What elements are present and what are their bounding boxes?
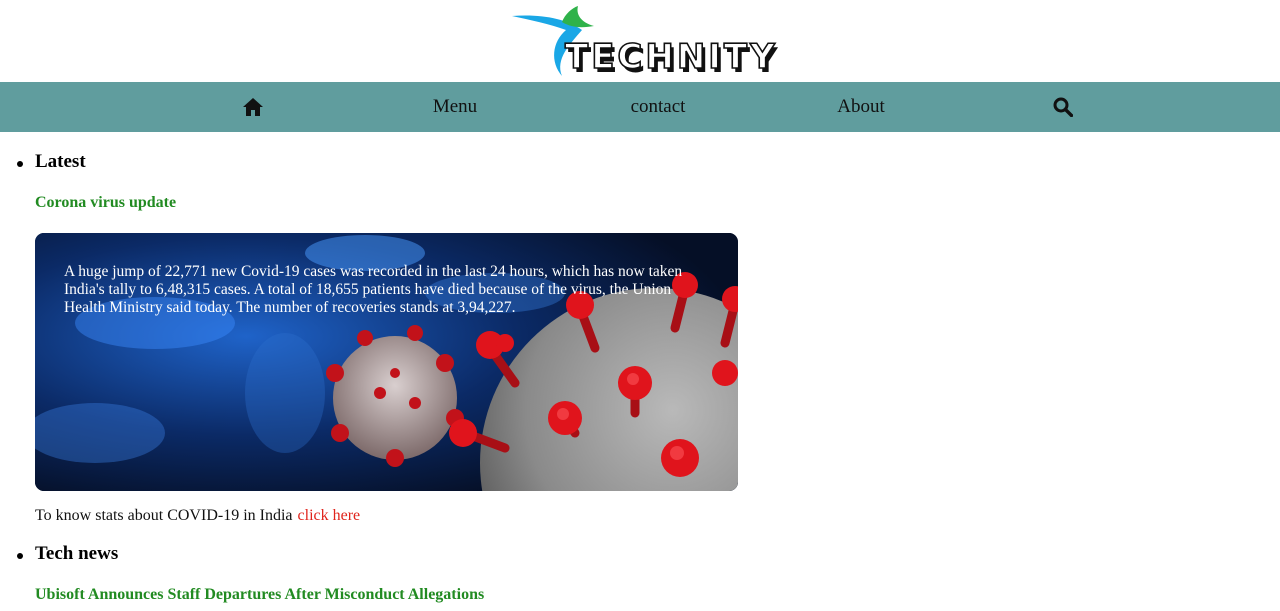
card-description: A huge jump of 22,771 new Covid-19 cases… xyxy=(64,263,683,316)
logo-text: TECHNITY xyxy=(565,37,778,77)
list-bullet xyxy=(17,553,23,559)
logo-bird-green xyxy=(562,6,594,28)
stats-text: To know stats about COVID-19 in India xyxy=(35,507,293,524)
nav-menu-link[interactable]: Menu xyxy=(405,82,505,132)
section-heading-tech-news: Tech news xyxy=(35,543,119,564)
nav-contact-label: contact xyxy=(630,96,686,117)
nav-search-button[interactable] xyxy=(1046,82,1080,132)
click-here-link[interactable]: click here xyxy=(298,507,361,524)
home-icon xyxy=(243,98,263,116)
list-bullet xyxy=(17,161,23,167)
site-header: TECHNITY TECHNITY xyxy=(0,0,1280,82)
nav-about-link[interactable]: About xyxy=(811,82,911,132)
main-navbar: Menu contact About xyxy=(0,82,1280,132)
corona-news-card[interactable]: A huge jump of 22,771 new Covid-19 cases… xyxy=(35,233,738,491)
nav-about-label: About xyxy=(837,96,885,117)
article-title-ubisoft[interactable]: Ubisoft Announces Staff Departures After… xyxy=(35,586,484,604)
nav-home-link[interactable] xyxy=(236,82,270,132)
technity-logo[interactable]: TECHNITY TECHNITY xyxy=(510,4,806,78)
section-heading-latest: Latest xyxy=(35,151,86,172)
stats-line: To know stats about COVID-19 in India cli… xyxy=(35,507,360,525)
article-title-corona[interactable]: Corona virus update xyxy=(35,194,176,212)
search-icon xyxy=(1053,97,1073,117)
nav-menu-label: Menu xyxy=(432,96,478,117)
nav-contact-link[interactable]: contact xyxy=(608,82,708,132)
